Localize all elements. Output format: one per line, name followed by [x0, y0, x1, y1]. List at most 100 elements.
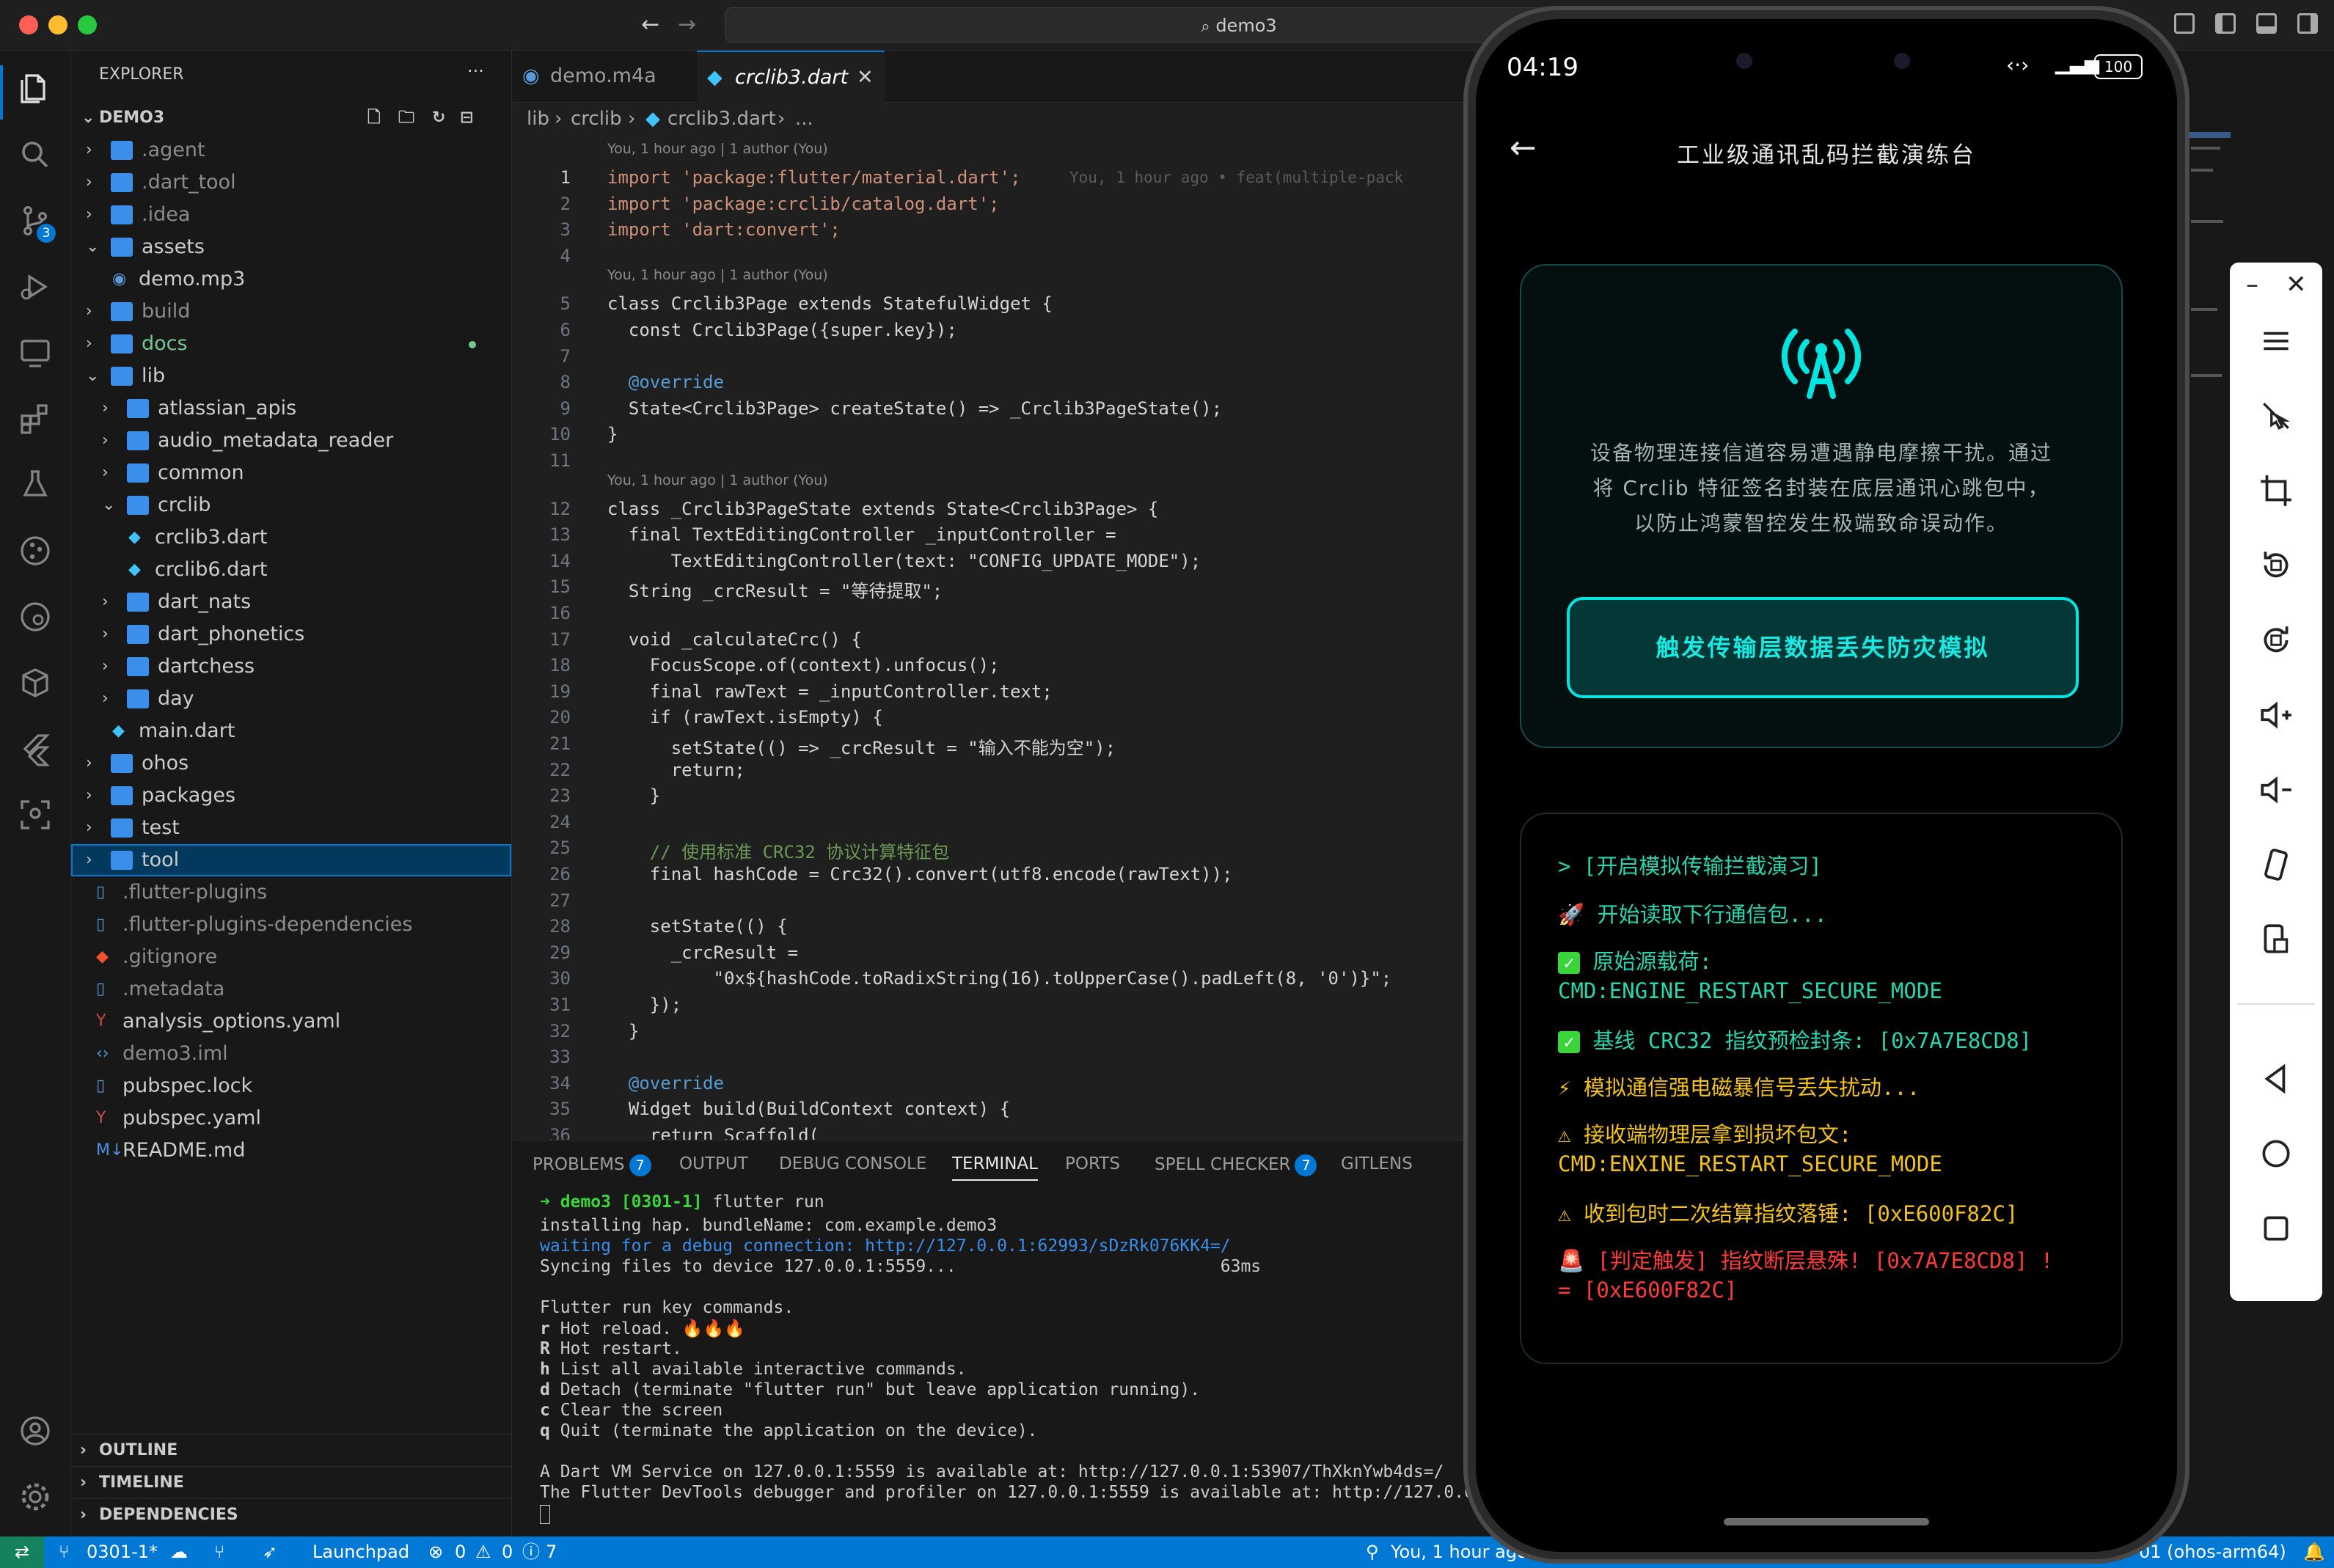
- maximize-window-button[interactable]: [78, 15, 97, 34]
- file-item[interactable]: ◆ crclib6.dart: [71, 554, 511, 586]
- folder-item[interactable]: › tool: [71, 844, 511, 876]
- file-item[interactable]: ◆ .gitignore: [71, 941, 511, 973]
- tab-demo-m4a[interactable]: ◉ demo.m4a: [512, 51, 695, 102]
- forward-arrow-icon[interactable]: →: [678, 12, 696, 37]
- folder-item[interactable]: ⌄ assets: [71, 231, 511, 263]
- rotate-left-icon[interactable]: [2258, 547, 2294, 584]
- manage-gear-icon[interactable]: [18, 1479, 53, 1514]
- folder-item[interactable]: › ohos: [71, 747, 511, 780]
- folder-item[interactable]: › test: [71, 812, 511, 844]
- folder-item[interactable]: › .agent: [71, 134, 511, 166]
- panel-tab-debug-console[interactable]: DEBUG CONSOLE: [779, 1154, 926, 1173]
- outline-section[interactable]: › OUTLINE: [71, 1434, 511, 1467]
- workspace-root[interactable]: ⌄ DEMO3 🗋 🗀 ↻ ⊟: [77, 102, 510, 134]
- info-count[interactable]: 7: [546, 1536, 557, 1568]
- breadcrumb-symbol[interactable]: ...: [795, 103, 813, 135]
- breadcrumb-crclib[interactable]: crclib: [571, 103, 622, 135]
- folder-item[interactable]: ⌄ crclib: [71, 489, 511, 521]
- toggle-secondary-sidebar-icon[interactable]: [2297, 13, 2318, 34]
- warning-count[interactable]: 0: [502, 1536, 513, 1568]
- timeline-section[interactable]: › TIMELINE: [71, 1466, 511, 1499]
- file-item[interactable]: ◉ demo.mp3: [71, 263, 511, 296]
- panel-tab-spell-checker[interactable]: SPELL CHECKER 7: [1155, 1154, 1317, 1176]
- trigger-simulation-button[interactable]: 触发传输层数据丢失防灾模拟: [1567, 597, 2079, 698]
- containers-icon[interactable]: [18, 665, 53, 700]
- folder-item[interactable]: › .dart_tool: [71, 166, 511, 199]
- tab-crclib3-dart[interactable]: ◆ crclib3.dart ✕: [697, 51, 885, 103]
- launchpad[interactable]: Launchpad: [312, 1536, 409, 1568]
- folder-item[interactable]: › build: [71, 296, 511, 328]
- folder-item[interactable]: › .idea: [71, 199, 511, 231]
- sync-icon[interactable]: ☁: [170, 1536, 188, 1568]
- close-tab-icon[interactable]: ✕: [857, 52, 874, 103]
- folder-item[interactable]: › packages: [71, 780, 511, 812]
- folder-item[interactable]: › dart_nats: [71, 586, 511, 618]
- crop-icon[interactable]: [2258, 472, 2294, 509]
- close-emulator-icon[interactable]: ✕: [2286, 270, 2307, 299]
- file-item[interactable]: ‹› demo3.iml: [71, 1038, 511, 1070]
- phone-screen[interactable]: 04:19 ‹·› ▁▃▅ 100 ← 工业级通讯乱码拦截演练台 设备物理连接信…: [1476, 19, 2177, 1552]
- file-item[interactable]: ◆ main.dart: [71, 715, 511, 747]
- breadcrumb-file[interactable]: crclib3.dart: [667, 103, 776, 135]
- breadcrumb-lib[interactable]: lib: [527, 103, 549, 135]
- folder-item[interactable]: › common: [71, 457, 511, 489]
- file-item[interactable]: Yanalysis_options.yaml: [71, 1005, 511, 1038]
- screenshot-icon[interactable]: [2258, 921, 2294, 958]
- extensions-icon[interactable]: [18, 401, 53, 436]
- volume-down-icon[interactable]: [2258, 772, 2294, 808]
- panel-tab-gitlens[interactable]: GITLENS: [1341, 1154, 1413, 1173]
- codelens-blame[interactable]: You, 1 hour ago | 1 author (You): [607, 141, 828, 157]
- more-actions-icon[interactable]: ···: [467, 61, 484, 81]
- run-debug-icon[interactable]: [18, 269, 53, 304]
- git-branch[interactable]: 0301-1*: [87, 1536, 158, 1568]
- codelens-blame[interactable]: You, 1 hour ago | 1 author (You): [607, 267, 828, 283]
- shake-device-icon[interactable]: [2258, 846, 2294, 883]
- graph-icon[interactable]: ⑂: [214, 1536, 224, 1568]
- file-item[interactable]: ▯ .flutter-plugins-dependencies: [71, 909, 511, 941]
- file-item[interactable]: ▯ .flutter-plugins: [71, 876, 511, 909]
- toggle-panel-icon[interactable]: [2256, 13, 2277, 34]
- toggle-sidebar-icon[interactable]: [2215, 13, 2236, 34]
- back-arrow-icon[interactable]: ←: [641, 12, 659, 37]
- folder-item[interactable]: › docs: [71, 328, 511, 360]
- code-editor[interactable]: You, 1 hour ago | 1 author (You) 1 import …: [512, 135, 1466, 1140]
- error-count[interactable]: 0: [455, 1536, 466, 1568]
- menu-icon[interactable]: [2258, 323, 2294, 359]
- file-item[interactable]: ▯ pubspec.lock: [71, 1070, 511, 1102]
- flutter-icon[interactable]: [18, 731, 53, 766]
- explorer-icon[interactable]: [18, 71, 53, 106]
- folder-item[interactable]: › dartchess: [71, 651, 511, 683]
- minimize-window-button[interactable]: [48, 15, 67, 34]
- file-item[interactable]: Ypubspec.yaml: [71, 1102, 511, 1135]
- folder-item[interactable]: › dart_phonetics: [71, 618, 511, 651]
- folder-item[interactable]: › audio_metadata_reader: [71, 425, 511, 457]
- source-control-icon[interactable]: 3: [18, 203, 56, 243]
- testing-flask-icon[interactable]: [18, 467, 53, 502]
- minimize-emulator-icon[interactable]: –: [2246, 270, 2258, 299]
- remote-indicator-icon[interactable]: ⇄: [0, 1536, 44, 1568]
- nav-home-icon[interactable]: [2258, 1135, 2294, 1172]
- remote-explorer-icon[interactable]: [18, 335, 53, 370]
- rotate-right-icon[interactable]: [2258, 622, 2294, 659]
- nav-recents-icon[interactable]: [2258, 1210, 2294, 1247]
- refresh-icon[interactable]: ↻: [432, 102, 445, 134]
- file-item[interactable]: ◆ crclib3.dart: [71, 521, 511, 554]
- folder-item[interactable]: › day: [71, 683, 511, 715]
- panel-tab-ports[interactable]: PORTS: [1065, 1154, 1120, 1173]
- collapse-all-icon[interactable]: ⊟: [460, 102, 473, 134]
- new-file-icon[interactable]: 🗋: [367, 102, 381, 134]
- panel-tab-problems[interactable]: PROBLEMS 7: [533, 1154, 651, 1176]
- search-icon[interactable]: [18, 137, 53, 172]
- gitlens-icon[interactable]: [18, 599, 53, 634]
- new-folder-icon[interactable]: 🗀: [398, 102, 414, 134]
- terminal[interactable]: ➜ demo3 [0301-1] flutter run installing …: [512, 1193, 1474, 1537]
- folder-item[interactable]: ⌄ lib: [71, 360, 511, 392]
- folder-item[interactable]: › atlassian_apis: [71, 392, 511, 425]
- nav-back-icon[interactable]: [2258, 1060, 2294, 1097]
- customize-layout-icon[interactable]: [2174, 13, 2195, 34]
- minimap[interactable]: [2190, 132, 2231, 499]
- accounts-icon[interactable]: [18, 1413, 53, 1448]
- home-indicator[interactable]: [1724, 1518, 1929, 1525]
- screen-capture-icon[interactable]: [18, 797, 53, 832]
- file-item[interactable]: M↓ README.md: [71, 1135, 511, 1167]
